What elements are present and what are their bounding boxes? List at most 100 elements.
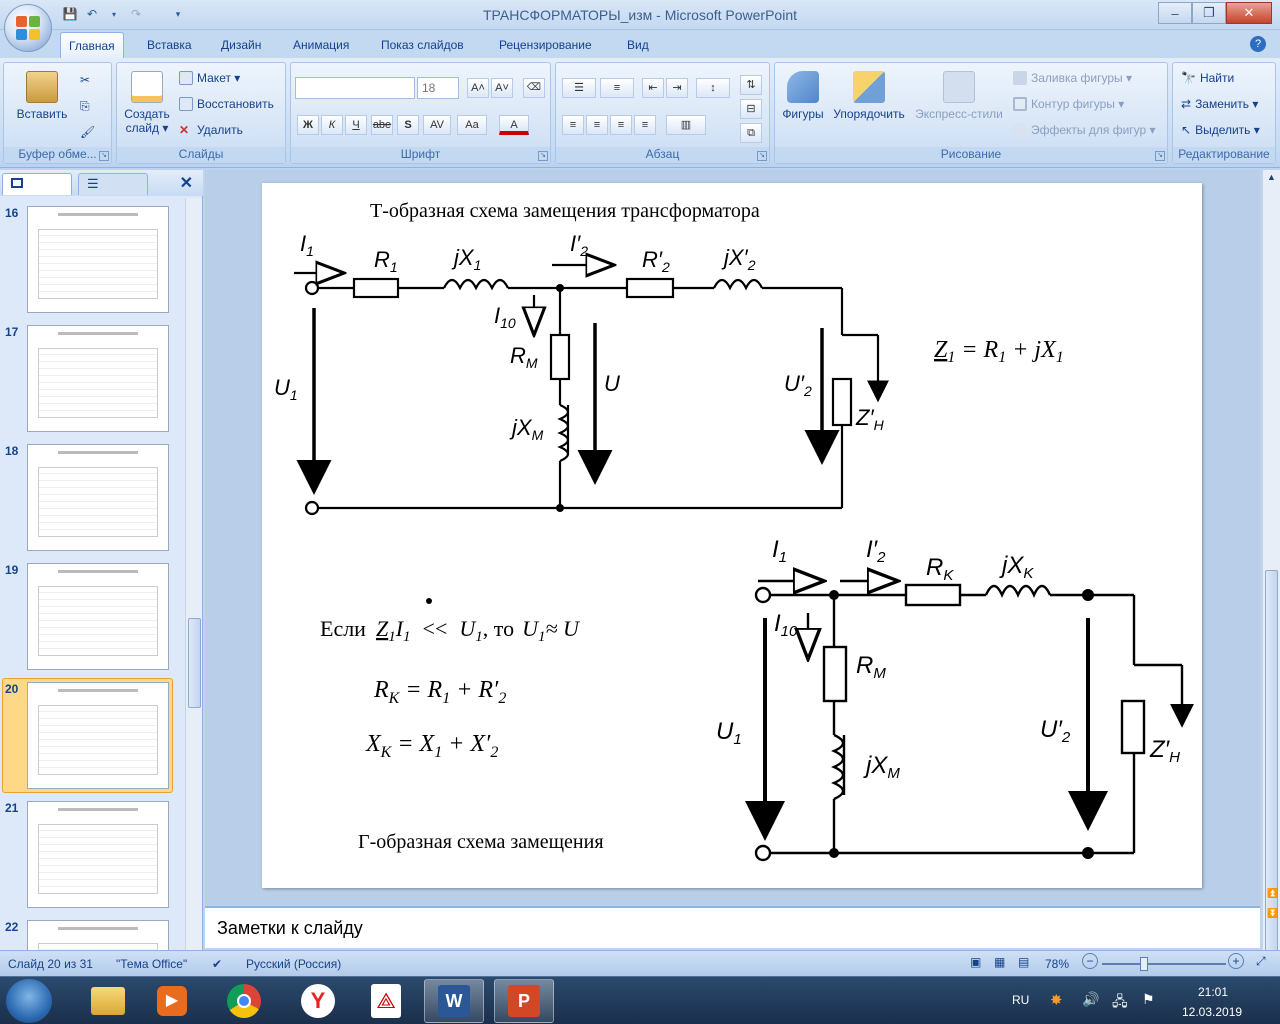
tab-animation[interactable]: Анимация: [293, 38, 349, 52]
shape-fill-button[interactable]: Заливка фигуры ▾: [1013, 71, 1132, 85]
clipboard-launcher-icon[interactable]: ↘: [99, 151, 109, 161]
bullets-icon[interactable]: ☰: [562, 78, 596, 98]
tab-insert[interactable]: Вставка: [147, 38, 192, 52]
layout-button[interactable]: Макет ▾: [179, 71, 240, 85]
slide-thumbnail[interactable]: [27, 206, 169, 313]
network-tray-icon[interactable]: 🖧: [1112, 991, 1128, 1015]
action-center-tray-icon[interactable]: ⚑: [1142, 991, 1155, 1008]
restore-button[interactable]: ❐: [1192, 2, 1226, 24]
zoom-slider[interactable]: [1102, 957, 1226, 971]
paragraph-launcher-icon[interactable]: ↘: [757, 151, 767, 161]
select-button[interactable]: ↖ Выделить ▾: [1181, 123, 1260, 137]
delete-slide-button[interactable]: ✕ Удалить: [179, 123, 243, 137]
chrome-taskbar-icon[interactable]: [214, 979, 274, 1023]
status-language[interactable]: Русский (Россия): [246, 957, 341, 971]
format-painter-icon[interactable]: 🖌: [80, 125, 95, 139]
clock-date[interactable]: 12.03.2019: [1182, 1005, 1242, 1019]
slide-thumbnail[interactable]: [27, 325, 169, 432]
paste-button[interactable]: Вставить: [12, 71, 72, 121]
clear-format-icon[interactable]: ⌫: [523, 78, 545, 98]
notes-pane[interactable]: Заметки к слайду: [205, 906, 1260, 948]
volume-tray-icon[interactable]: 🔊: [1082, 991, 1099, 1008]
char-spacing-button[interactable]: AV: [423, 115, 451, 135]
media-player-taskbar-icon[interactable]: ▶: [142, 979, 202, 1023]
powerpoint-taskbar-icon[interactable]: P: [494, 979, 554, 1023]
slide-thumbnail[interactable]: [27, 444, 169, 551]
normal-view-icon[interactable]: ▣: [970, 955, 981, 969]
tab-slides-view[interactable]: [2, 173, 72, 195]
font-launcher-icon[interactable]: ↘: [538, 151, 548, 161]
font-size-input[interactable]: 18: [417, 77, 459, 99]
line-spacing-icon[interactable]: ↕: [696, 78, 730, 98]
start-button[interactable]: [6, 979, 52, 1023]
slide-thumbnail[interactable]: [27, 682, 169, 789]
sorter-view-icon[interactable]: ▦: [994, 955, 1005, 969]
avast-tray-icon[interactable]: ✸: [1050, 991, 1063, 1009]
slides-pane-scroll-thumb[interactable]: [188, 618, 201, 708]
help-icon[interactable]: ?: [1250, 36, 1266, 52]
status-theme[interactable]: "Тема Office": [116, 957, 187, 971]
smartart-icon[interactable]: ⧉: [740, 123, 762, 143]
shape-outline-button[interactable]: Контур фигуры ▾: [1013, 97, 1124, 111]
cut-icon[interactable]: ✂: [80, 73, 90, 87]
tab-design[interactable]: Дизайн: [221, 38, 261, 52]
close-button[interactable]: ✕: [1226, 2, 1272, 24]
slide-thumbnail[interactable]: [27, 801, 169, 908]
acrobat-taskbar-icon[interactable]: ⟁: [356, 979, 416, 1023]
zoom-level[interactable]: 78%: [1045, 957, 1069, 971]
word-taskbar-icon[interactable]: W: [424, 979, 484, 1023]
numbering-icon[interactable]: ≡: [600, 78, 634, 98]
zoom-slider-thumb[interactable]: [1140, 957, 1148, 971]
replace-button[interactable]: ⇄ Заменить ▾: [1181, 97, 1258, 111]
shape-effects-button[interactable]: Эффекты для фигур ▾: [1013, 123, 1156, 137]
italic-button[interactable]: К: [321, 115, 343, 135]
shrink-font-button[interactable]: A˅: [491, 78, 513, 98]
office-button[interactable]: [4, 4, 52, 52]
align-text-icon[interactable]: ⊟: [740, 99, 762, 119]
slide-canvas[interactable]: Т-образная схема замещения трансформатор…: [262, 183, 1202, 888]
slide-thumbnail[interactable]: [27, 920, 169, 950]
font-name-input[interactable]: [295, 77, 415, 99]
new-slide-button[interactable]: Создать слайд ▾: [119, 71, 175, 135]
tab-slideshow[interactable]: Показ слайдов: [381, 38, 464, 52]
align-left-icon[interactable]: ≡: [562, 115, 584, 135]
close-pane-icon[interactable]: ✕: [180, 173, 193, 193]
spellcheck-icon[interactable]: ✔: [212, 957, 222, 971]
slides-pane-scrollbar[interactable]: [185, 198, 202, 950]
columns-icon[interactable]: ▥: [666, 115, 706, 135]
input-language[interactable]: RU: [1012, 993, 1029, 1007]
slide-scrollbar[interactable]: ▲ ⏫ ⏬: [1262, 170, 1280, 990]
tab-outline-view[interactable]: ☰: [78, 173, 148, 195]
prev-slide-icon[interactable]: ⏫: [1267, 888, 1278, 899]
fit-to-window-icon[interactable]: ⤢: [1256, 954, 1266, 969]
increase-indent-icon[interactable]: ⇥: [666, 78, 688, 98]
shadow-button[interactable]: S: [397, 115, 419, 135]
tab-home[interactable]: Главная: [60, 32, 124, 60]
align-center-icon[interactable]: ≡: [586, 115, 608, 135]
yandex-taskbar-icon[interactable]: Y: [288, 979, 348, 1023]
slideshow-view-icon[interactable]: ▤: [1018, 955, 1029, 969]
shapes-button[interactable]: Фигуры: [779, 71, 827, 121]
tab-view[interactable]: Вид: [627, 38, 649, 52]
scroll-up-icon[interactable]: ▲: [1267, 172, 1276, 182]
align-right-icon[interactable]: ≡: [610, 115, 632, 135]
decrease-indent-icon[interactable]: ⇤: [642, 78, 664, 98]
arrange-button[interactable]: Упорядочить: [829, 71, 909, 121]
explorer-taskbar-icon[interactable]: [78, 979, 138, 1023]
tab-review[interactable]: Рецензирование: [499, 38, 592, 52]
slide-thumbnail[interactable]: [27, 563, 169, 670]
strikethrough-button[interactable]: abe: [371, 115, 393, 135]
change-case-button[interactable]: Aa: [457, 115, 487, 135]
find-button[interactable]: 🔭 Найти: [1181, 71, 1234, 85]
grow-font-button[interactable]: A˄: [467, 78, 489, 98]
clock-time[interactable]: 21:01: [1198, 985, 1228, 999]
minimize-button[interactable]: –: [1158, 2, 1192, 24]
drawing-launcher-icon[interactable]: ↘: [1155, 151, 1165, 161]
zoom-in-icon[interactable]: +: [1228, 953, 1244, 969]
copy-icon[interactable]: ⎘: [80, 99, 90, 114]
quick-styles-button[interactable]: Экспресс-стили: [911, 71, 1007, 121]
next-slide-icon[interactable]: ⏬: [1267, 908, 1278, 919]
reset-button[interactable]: Восстановить: [179, 97, 274, 111]
justify-icon[interactable]: ≡: [634, 115, 656, 135]
bold-button[interactable]: Ж: [297, 115, 319, 135]
